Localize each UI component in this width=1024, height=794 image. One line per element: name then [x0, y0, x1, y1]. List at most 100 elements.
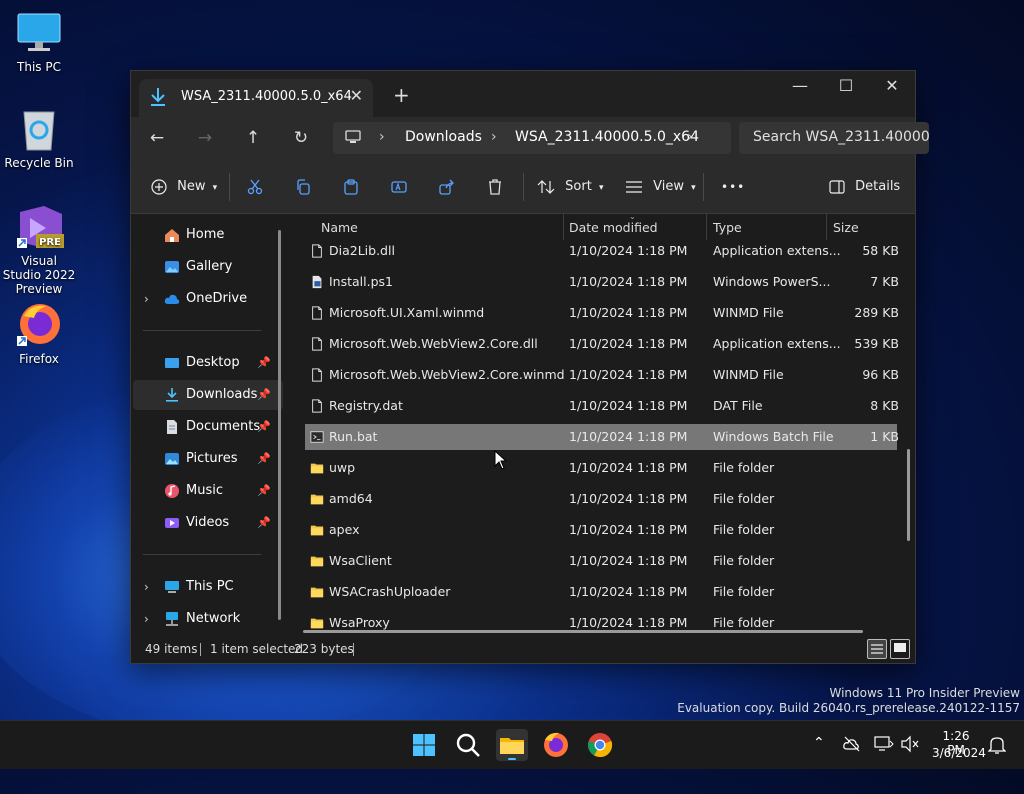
chevron-right-icon[interactable]: ›	[144, 604, 149, 634]
sidebar-item-videos[interactable]: Videos 📌	[133, 508, 283, 538]
sidebar-item-pictures[interactable]: Pictures 📌	[133, 444, 283, 474]
search-button[interactable]	[452, 729, 484, 761]
sidebar-item-home[interactable]: Home	[133, 220, 283, 250]
chevron-right-icon[interactable]: ›	[144, 284, 149, 314]
column-header-name[interactable]: Name	[321, 220, 358, 235]
sort-icon	[537, 179, 555, 194]
file-row[interactable]: WsaClient 1/10/2024 1:18 PM File folder	[305, 548, 897, 574]
details-view-toggle[interactable]	[867, 639, 887, 659]
rename-button[interactable]	[391, 175, 407, 199]
column-header-type[interactable]: Type	[713, 220, 742, 235]
maximize-button[interactable]: ☐	[823, 71, 869, 103]
file-row[interactable]: Microsoft.Web.WebView2.Core.dll 1/10/2024…	[305, 331, 899, 357]
clock-date[interactable]: 3/6/2024	[932, 746, 986, 794]
file-list: Name Date modified ⌄ Type Size Dia2Lib.d…	[289, 214, 915, 634]
onedrive-tray-icon[interactable]	[842, 735, 862, 783]
pictures-icon	[165, 453, 179, 465]
document-icon	[167, 420, 177, 434]
new-button[interactable]: New ▾	[151, 175, 217, 199]
file-row[interactable]: Microsoft.Web.WebView2.Core.winmd 1/10/20…	[305, 362, 899, 388]
tab-wsa-folder[interactable]: WSA_2311.40000.5.0_x64 ✕	[139, 79, 373, 117]
column-header-date[interactable]: Date modified	[569, 220, 658, 235]
pin-icon: 📌	[257, 388, 271, 401]
volume-tray-icon[interactable]	[900, 735, 920, 783]
column-header-size[interactable]: Size	[833, 220, 859, 235]
chevron-right-icon[interactable]: ›	[144, 572, 149, 602]
notifications-button[interactable]	[987, 735, 1007, 783]
file-row[interactable]: Run.bat 1/10/2024 1:18 PM Windows Batch Fi…	[305, 424, 899, 450]
file-row[interactable]: Microsoft.UI.Xaml.winmd 1/10/2024 1:18 PM…	[305, 300, 899, 326]
forward-button[interactable]: →	[191, 125, 219, 153]
chevron-down-icon: ▾	[212, 183, 218, 193]
new-tab-button[interactable]: +	[393, 83, 410, 107]
breadcrumb-downloads[interactable]: Downloads	[405, 129, 482, 145]
desktop-icon-visual-studio[interactable]: PRE Visual Studio 2022 Preview	[1, 204, 77, 296]
file-name: Install.ps1	[329, 274, 394, 289]
gallery-icon	[165, 261, 179, 273]
search-box[interactable]: Search WSA_2311.40000.5.0_x64	[739, 122, 929, 154]
trash-icon	[489, 178, 501, 195]
desktop-icon-firefox[interactable]: Firefox	[1, 302, 77, 366]
sort-button[interactable]: Sort ▾	[537, 175, 603, 199]
more-options-button[interactable]: •••	[721, 175, 745, 199]
desktop-icon-this-pc[interactable]: This PC	[1, 10, 77, 74]
file-row[interactable]: amd64 1/10/2024 1:18 PM File folder	[305, 486, 897, 512]
start-button[interactable]	[408, 729, 440, 761]
details-button-label: Details	[855, 179, 901, 194]
address-bar[interactable]: › Downloads › WSA_2311.40000.5.0_x64 ›	[333, 122, 731, 154]
taskbar-chrome[interactable]	[584, 729, 616, 761]
sidebar-item-label: Network	[186, 611, 241, 626]
download-icon	[151, 88, 165, 106]
back-button[interactable]: ←	[143, 125, 171, 153]
file-name: uwp	[329, 460, 356, 475]
tiles-view-toggle[interactable]	[890, 639, 910, 659]
file-size: 1 KB	[870, 429, 899, 444]
close-button[interactable]: ✕	[869, 71, 915, 103]
column-divider[interactable]	[826, 214, 827, 240]
file-row[interactable]: Install.ps1 1/10/2024 1:18 PM Windows Powe…	[305, 269, 899, 295]
sidebar-item-gallery[interactable]: Gallery	[133, 252, 283, 282]
sidebar-scrollbar[interactable]	[278, 230, 281, 620]
sidebar-item-desktop[interactable]: Desktop 📌	[133, 348, 283, 378]
sidebar-divider	[143, 554, 261, 555]
sidebar-item-onedrive[interactable]: › OneDrive	[133, 284, 283, 314]
minimize-button[interactable]: —	[777, 71, 823, 103]
chevron-up-icon[interactable]: ⌃	[813, 735, 825, 783]
copy-button[interactable]	[295, 175, 311, 199]
taskbar-file-explorer[interactable]	[496, 729, 528, 761]
taskbar-firefox[interactable]	[540, 729, 572, 761]
refresh-button[interactable]: ↻	[287, 125, 315, 153]
sidebar-item-documents[interactable]: Documents 📌	[133, 412, 283, 442]
file-list-scrollbar[interactable]	[907, 449, 910, 541]
file-date: 1/10/2024 1:18 PM	[569, 584, 688, 599]
share-button[interactable]	[439, 175, 455, 199]
file-row[interactable]: Dia2Lib.dll 1/10/2024 1:18 PM Application …	[305, 238, 899, 264]
network-tray-icon[interactable]	[874, 735, 894, 783]
sidebar-item-this-pc[interactable]: › This PC	[133, 572, 283, 602]
view-button[interactable]: View ▾	[625, 175, 696, 199]
delete-button[interactable]	[487, 175, 503, 199]
monitor-icon	[16, 10, 62, 56]
file-name: WSACrashUploader	[329, 584, 451, 599]
paste-button[interactable]	[343, 175, 359, 199]
sidebar-item-music[interactable]: Music 📌	[133, 476, 283, 506]
file-row[interactable]: apex 1/10/2024 1:18 PM File folder	[305, 517, 897, 543]
tab-close-button[interactable]: ✕	[350, 86, 363, 105]
file-list-hscrollbar[interactable]	[303, 630, 863, 633]
breadcrumb-wsa-folder[interactable]: WSA_2311.40000.5.0_x64	[515, 129, 699, 145]
file-row[interactable]: WSACrashUploader 1/10/2024 1:18 PM File fo…	[305, 579, 897, 605]
column-divider[interactable]	[563, 214, 564, 240]
details-pane-button[interactable]: Details	[829, 175, 900, 199]
file-row[interactable]: uwp 1/10/2024 1:18 PM File folder	[305, 455, 897, 481]
sidebar-item-downloads[interactable]: Downloads 📌	[133, 380, 283, 410]
desktop-icon-label: Recycle Bin	[4, 156, 74, 170]
up-button[interactable]: ↑	[239, 125, 267, 153]
column-divider[interactable]	[706, 214, 707, 240]
cut-button[interactable]	[247, 175, 263, 199]
file-row[interactable]: Registry.dat 1/10/2024 1:18 PM DAT File 8 K…	[305, 393, 899, 419]
windows-logo-icon	[413, 734, 435, 756]
sidebar-item-network[interactable]: › Network	[133, 604, 283, 634]
monitor-icon	[345, 130, 361, 143]
search-placeholder: Search WSA_2311.40000.5.0_x64	[753, 129, 929, 145]
desktop-icon-recycle-bin[interactable]: Recycle Bin	[1, 106, 77, 170]
